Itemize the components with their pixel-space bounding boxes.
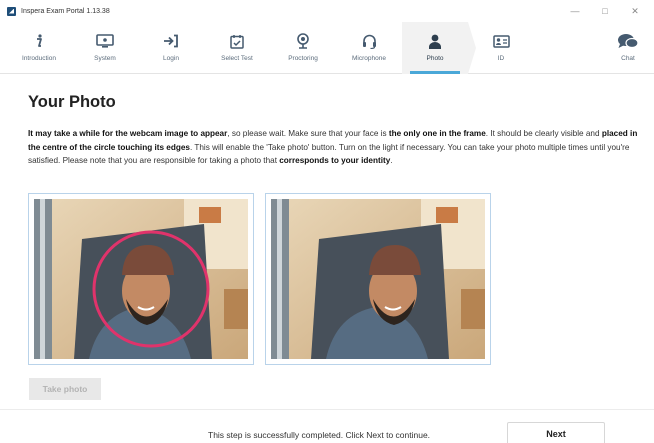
calendar-check-icon xyxy=(230,33,244,49)
nav-item-microphone[interactable]: Microphone xyxy=(336,22,402,74)
info-icon xyxy=(34,33,44,49)
nav-label-proctoring: Proctoring xyxy=(288,55,318,62)
footer: This step is successfully completed. Cli… xyxy=(0,409,654,443)
nav-item-login[interactable]: Login xyxy=(138,22,204,74)
step-status-message: This step is successfully completed. Cli… xyxy=(208,430,431,440)
window-controls: — □ ✕ xyxy=(560,0,650,22)
nav-label-login: Login xyxy=(163,55,179,62)
chat-icon xyxy=(617,33,639,49)
close-button[interactable]: ✕ xyxy=(620,0,650,22)
nav-item-select-test[interactable]: Select Test xyxy=(204,22,270,74)
nav-label-select-test: Select Test xyxy=(221,55,253,62)
instructions-text-8: . xyxy=(390,156,393,165)
nav-item-introduction[interactable]: Introduction xyxy=(6,22,72,74)
step-navigation: Introduction System Login Select Test Pr… xyxy=(0,22,654,74)
nav-label-introduction: Introduction xyxy=(22,55,56,62)
title-bar: Inspera Exam Portal 1.13.38 — □ ✕ xyxy=(0,0,654,22)
take-photo-button[interactable]: Take photo xyxy=(29,378,101,400)
instructions-bold-7: corresponds to your identity xyxy=(279,156,391,165)
nav-label-id: ID xyxy=(497,55,505,62)
nav-item-system[interactable]: System xyxy=(72,22,138,74)
webcam-live-frame xyxy=(28,193,254,365)
app-logo-icon xyxy=(7,6,16,16)
app-title: Inspera Exam Portal 1.13.38 xyxy=(21,7,110,15)
page-title: Your Photo xyxy=(28,93,116,111)
minimize-button[interactable]: — xyxy=(560,0,590,22)
next-button[interactable]: Next xyxy=(507,422,605,443)
nav-label-microphone: Microphone xyxy=(352,55,386,62)
instructions-text-4: . It should be clearly visible and xyxy=(485,129,602,138)
instructions-text-2: , so please wait. Make sure that your fa… xyxy=(227,129,389,138)
captured-photo-image xyxy=(271,199,485,359)
user-icon xyxy=(428,33,442,49)
id-card-icon xyxy=(492,33,510,49)
captured-photo-frame xyxy=(265,193,491,365)
maximize-button[interactable]: □ xyxy=(590,0,620,22)
sign-in-icon xyxy=(163,33,179,49)
instructions-text: It may take a while for the webcam image… xyxy=(28,127,638,168)
webcam-live-image xyxy=(34,199,248,359)
nav-label-chat: Chat xyxy=(621,55,635,62)
nav-item-photo[interactable]: Photo xyxy=(402,22,468,74)
monitor-icon xyxy=(96,33,114,49)
nav-item-proctoring[interactable]: Proctoring xyxy=(270,22,336,74)
headset-icon xyxy=(362,33,377,49)
instructions-bold-3: the only one in the frame xyxy=(388,129,486,138)
nav-label-system: System xyxy=(94,55,116,62)
nav-label-photo: Photo xyxy=(426,55,444,62)
nav-item-id[interactable]: ID xyxy=(468,22,534,74)
nav-item-chat[interactable]: Chat xyxy=(602,22,654,74)
webcam-icon xyxy=(296,33,310,49)
instructions-bold-1: It may take a while for the webcam image… xyxy=(28,129,228,138)
